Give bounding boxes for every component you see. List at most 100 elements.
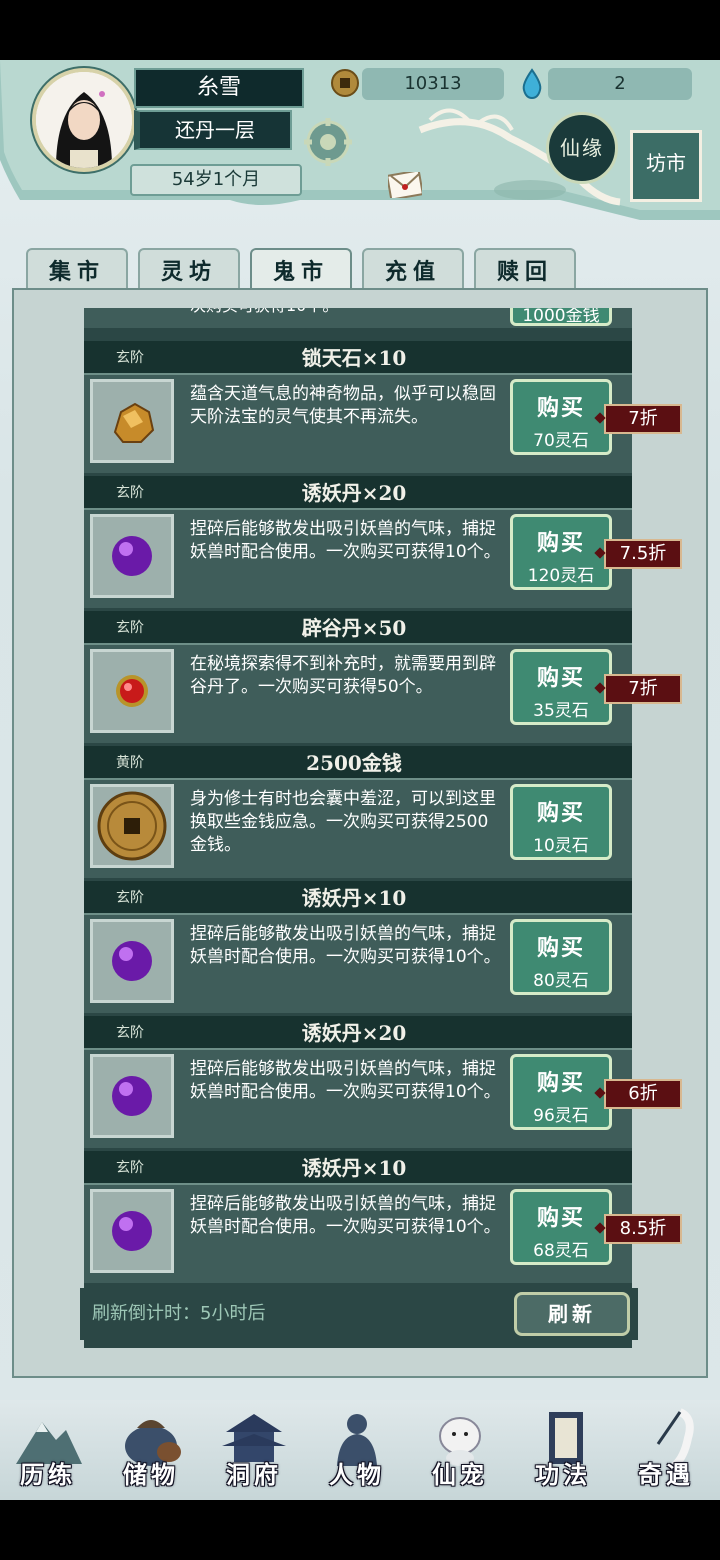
- gold-amount: 10313: [362, 68, 504, 100]
- buy-label: 购买: [536, 800, 585, 826]
- player-realm: 还丹一层: [134, 110, 292, 150]
- item-name: 诱妖丹×20: [301, 481, 407, 505]
- coin-icon: [97, 791, 167, 861]
- item-header: 玄阶 诱妖丹×10: [84, 1151, 632, 1185]
- item-desc: 捏碎后能够散发出吸引妖兽的气味，捕捉妖兽时配合使用。一次购买可获得10个。: [190, 519, 501, 562]
- item-header: 玄阶 辟谷丹×50: [84, 611, 632, 645]
- item-desc: 捏碎后能够散发出吸引妖兽的气味，捕捉妖兽时配合使用。一次购买可获得10个。: [190, 924, 501, 967]
- buy-price: 80灵石: [533, 971, 589, 991]
- buy-price: 120灵石: [527, 566, 595, 586]
- buy-button[interactable]: 购买 80灵石: [510, 919, 612, 995]
- nav-dongfu[interactable]: 洞府: [206, 1400, 302, 1500]
- item-row: 捏碎后能够散发出吸引妖兽的气味，捕捉妖兽时配合使用。一次购买可获得10个。 购买…: [84, 1185, 632, 1283]
- tab-jishi[interactable]: 集市: [26, 248, 128, 292]
- nav-xianchong[interactable]: 仙宠: [412, 1400, 508, 1500]
- item-desc: 在秘境探索得不到补充时，就需要用到辟谷丹了。一次购买可获得50个。: [190, 654, 496, 697]
- item-row: 身为修士有时也会囊中羞涩，可以到这里换取些金钱应急。一次购买可获得2500金钱。…: [84, 780, 632, 878]
- discount-tag: 7折: [604, 674, 682, 704]
- game-screen: 糸雪 还丹一层 54岁1个月 10313 2 仙缘 坊市 集市 灵坊 鬼市 充值…: [0, 60, 720, 1500]
- purple-orb-icon: [112, 536, 152, 576]
- item-header: 玄阶 诱妖丹×20: [84, 476, 632, 510]
- nav-lilian[interactable]: 历练: [0, 1400, 96, 1500]
- fangshi-button[interactable]: 坊市: [630, 130, 702, 202]
- item-name: 诱妖丹×10: [301, 886, 407, 910]
- item-row: 蕴含天道气息的神奇物品，似乎可以稳固天阶法宝的灵气使其不再流失。 购买 70灵石: [84, 375, 632, 473]
- item-desc: 蕴含天道气息的神奇物品，似乎可以稳固天阶法宝的灵气使其不再流失。: [190, 384, 496, 427]
- nav-label: 历练: [20, 1460, 76, 1489]
- partial-buy-price: 1000金钱: [522, 308, 600, 326]
- discount-tag: 7.5折: [604, 539, 682, 569]
- item-icon-frame: [90, 514, 174, 598]
- discount-tag: 8.5折: [604, 1214, 682, 1244]
- item-icon-frame: [90, 784, 174, 868]
- item-grade: 玄阶: [116, 890, 144, 906]
- gold-ore-icon: [113, 402, 155, 443]
- item-list[interactable]: 次购买可获得10个。 1000金钱 玄阶 锁天石×10 蕴含天道气息的神奇物品，…: [84, 308, 632, 1348]
- nav-label: 功法: [535, 1460, 591, 1489]
- item-row: 捏碎后能够散发出吸引妖兽的气味，捕捉妖兽时配合使用。一次购买可获得10个。 购买…: [84, 915, 632, 1013]
- nav-chuwu[interactable]: 储物: [103, 1400, 199, 1500]
- market-tabs: 集市 灵坊 鬼市 充值 赎回: [26, 248, 576, 292]
- buy-price: 10灵石: [533, 836, 589, 856]
- buy-price: 70灵石: [533, 431, 589, 451]
- avatar-portrait: [36, 72, 132, 168]
- item-header: 玄阶 诱妖丹×10: [84, 881, 632, 915]
- item-desc: 身为修士有时也会囊中羞涩，可以到这里换取些金钱应急。一次购买可获得2500金钱。: [190, 789, 496, 855]
- tab-guishi[interactable]: 鬼市: [250, 248, 352, 292]
- nav-label: 奇遇: [638, 1460, 694, 1489]
- item-grade: 玄阶: [116, 1025, 144, 1041]
- nav-label: 洞府: [226, 1460, 282, 1489]
- buy-button[interactable]: 购买 10灵石: [510, 784, 612, 860]
- item-desc: 捏碎后能够散发出吸引妖兽的气味，捕捉妖兽时配合使用。一次购买可获得10个。: [190, 1194, 501, 1237]
- buy-price: 68灵石: [533, 1241, 589, 1261]
- nav-renwu[interactable]: 人物: [309, 1400, 405, 1500]
- item-grade: 玄阶: [116, 620, 144, 636]
- bottom-nav: 历练 储物 洞府 人物 仙宠 功法 奇遇: [0, 1400, 720, 1500]
- player-header: 糸雪 还丹一层 54岁1个月 10313 2 仙缘 坊市: [0, 60, 720, 220]
- partial-item-row: 次购买可获得10个。 1000金钱: [84, 308, 632, 328]
- item-name: 辟谷丹×50: [301, 616, 407, 640]
- refresh-countdown: 刷新倒计时：5小时后: [92, 1303, 266, 1324]
- partial-buy-button[interactable]: 1000金钱: [510, 308, 612, 326]
- buy-label: 购买: [536, 935, 585, 961]
- item-header: 黄阶 2500金钱: [84, 746, 632, 780]
- discount-tag: 7折: [604, 404, 682, 434]
- partial-item-desc: 次购买可获得10个。: [190, 308, 502, 317]
- nav-gongfa[interactable]: 功法: [515, 1400, 611, 1500]
- tab-chongzhi[interactable]: 充值: [362, 248, 464, 292]
- purple-orb-icon: [112, 1211, 152, 1251]
- item-grade: 玄阶: [116, 1160, 144, 1176]
- buy-price: 35灵石: [533, 701, 589, 721]
- buy-price: 96灵石: [533, 1106, 589, 1126]
- xianyuan-button[interactable]: 仙缘: [546, 112, 618, 184]
- item-icon-frame: [90, 649, 174, 733]
- avatar[interactable]: [32, 68, 136, 172]
- spirit-stone-drop-icon: [522, 68, 542, 100]
- refresh-button[interactable]: 刷新: [514, 1292, 630, 1336]
- item-grade: 玄阶: [116, 485, 144, 501]
- red-pill-icon: [116, 675, 148, 707]
- item-row: 在秘境探索得不到补充时，就需要用到辟谷丹了。一次购买可获得50个。 购买 35灵…: [84, 645, 632, 743]
- item-name: 2500金钱: [306, 751, 402, 775]
- tab-shuhui[interactable]: 赎回: [474, 248, 576, 292]
- nav-label: 仙宠: [432, 1460, 488, 1489]
- item-name: 诱妖丹×10: [301, 1156, 407, 1180]
- item-row: 捏碎后能够散发出吸引妖兽的气味，捕捉妖兽时配合使用。一次购买可获得10个。 购买…: [84, 510, 632, 608]
- nav-label: 储物: [123, 1460, 179, 1489]
- purple-orb-icon: [112, 941, 152, 981]
- nav-label: 人物: [329, 1460, 385, 1489]
- tab-lingfang[interactable]: 灵坊: [138, 248, 240, 292]
- item-icon-frame: [90, 1189, 174, 1273]
- item-icon-frame: [90, 1054, 174, 1138]
- settings-gear-icon[interactable]: [302, 116, 354, 168]
- mail-icon[interactable]: [388, 172, 422, 198]
- nav-qiyu[interactable]: 奇遇: [618, 1400, 714, 1500]
- discount-tag: 6折: [604, 1079, 682, 1109]
- item-grade: 玄阶: [116, 350, 144, 366]
- spirit-stone-amount: 2: [548, 68, 692, 100]
- item-icon-frame: [90, 919, 174, 1003]
- purple-orb-icon: [112, 1076, 152, 1116]
- item-desc: 捏碎后能够散发出吸引妖兽的气味，捕捉妖兽时配合使用。一次购买可获得10个。: [190, 1059, 501, 1102]
- refresh-bar: 刷新倒计时：5小时后 刷新: [80, 1288, 638, 1340]
- player-age: 54岁1个月: [130, 164, 302, 196]
